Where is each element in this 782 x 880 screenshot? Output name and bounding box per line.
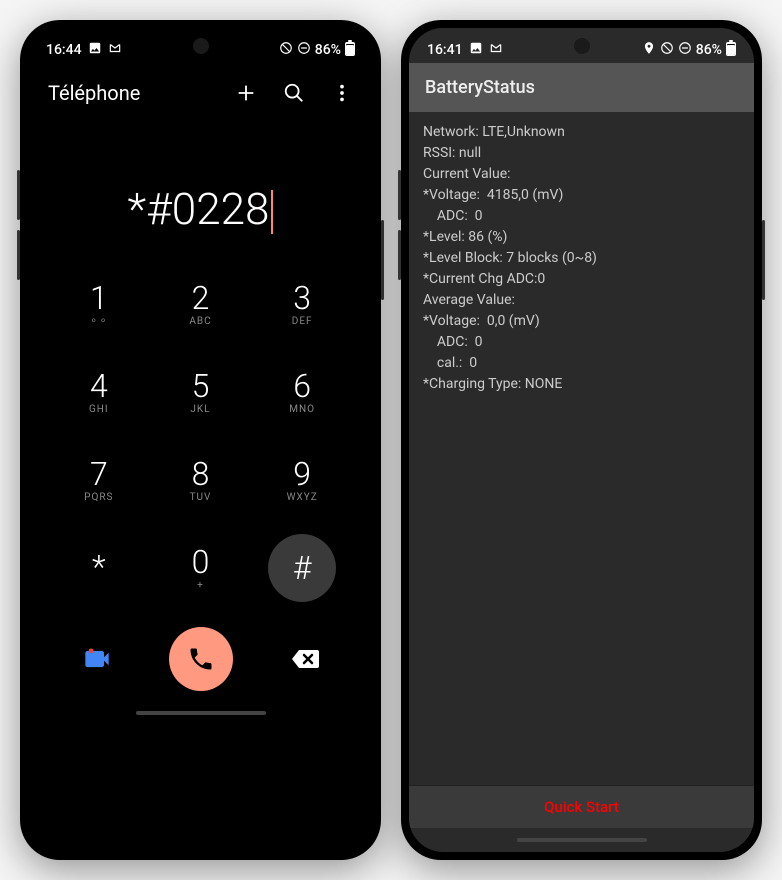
info-line: *Charging Type: NONE [423,374,740,395]
action-row [28,607,373,701]
info-line: ADC: 0 [423,206,740,227]
key-4[interactable]: 4GHI [48,353,150,431]
status-time: 16:41 [427,42,463,58]
image-icon [88,41,102,58]
phone-battery-status: 16:41 86% [401,20,762,860]
key-9[interactable]: 9WXYZ [251,441,353,519]
nav-bar [409,828,754,852]
info-line: *Voltage: 4185,0 (mV) [423,185,740,206]
info-line: cal.: 0 [423,353,740,374]
location-icon [642,41,656,58]
info-line: *Current Chg ADC:0 [423,269,740,290]
key-7[interactable]: 7PQRS [48,441,150,519]
dialed-number-display: *#0228 [28,123,373,265]
key-hash[interactable]: # [268,534,336,602]
status-bar: 16:41 86% [409,28,754,63]
info-line: RSSI: null [423,143,740,164]
video-call-button[interactable] [75,637,119,681]
app-title: Téléphone [48,81,140,105]
info-line: ADC: 0 [423,332,740,353]
quick-start-button[interactable]: Quick Start [409,785,754,828]
key-5[interactable]: 5JKL [150,353,252,431]
dnd-icon [678,41,692,58]
key-2[interactable]: 2ABC [150,265,252,343]
battery-info-text: Network: LTE,Unknown RSSI: null Current … [409,112,754,785]
dnd-icon [297,41,311,58]
battery-icon [345,40,355,59]
search-icon[interactable] [283,82,305,104]
battery-icon [726,40,736,59]
key-6[interactable]: 6MNO [251,353,353,431]
key-0[interactable]: 0+ [150,529,252,607]
dialed-text: *#0228 [128,183,270,235]
gmail-icon [108,41,122,58]
battery-text: 86% [315,42,341,58]
status-bar: 16:44 86% [28,28,373,63]
key-star[interactable]: * [48,529,150,607]
battery-status-screen: 16:41 86% [409,28,754,852]
app-header: Téléphone [28,63,373,123]
info-line: *Voltage: 0,0 (mV) [423,311,740,332]
gmail-icon [489,41,503,58]
add-icon[interactable] [235,82,257,104]
nav-bar [28,701,373,725]
keypad: 1⚬⚬ 2ABC 3DEF 4GHI 5JKL 6MNO 7PQRS 8TUV … [28,265,373,607]
battery-text: 86% [696,42,722,58]
nav-handle[interactable] [136,711,266,715]
cursor [271,190,273,234]
no-sim-icon [279,41,293,58]
nav-handle[interactable] [517,838,647,842]
phone-dialer: 16:44 86% [20,20,381,860]
key-1[interactable]: 1⚬⚬ [48,265,150,343]
no-sim-icon [660,41,674,58]
dialer-screen: 16:44 86% [28,28,373,852]
info-line: Network: LTE,Unknown [423,122,740,143]
call-button[interactable] [169,627,233,691]
battery-status-title: BatteryStatus [409,63,754,112]
status-time: 16:44 [46,42,82,58]
info-line: *Level: 86 (%) [423,227,740,248]
more-icon[interactable] [331,82,353,104]
info-line: *Level Block: 7 blocks (0~8) [423,248,740,269]
info-line: Current Value: [423,164,740,185]
backspace-button[interactable] [283,637,327,681]
image-icon [469,41,483,58]
key-8[interactable]: 8TUV [150,441,252,519]
info-line: Average Value: [423,290,740,311]
key-3[interactable]: 3DEF [251,265,353,343]
